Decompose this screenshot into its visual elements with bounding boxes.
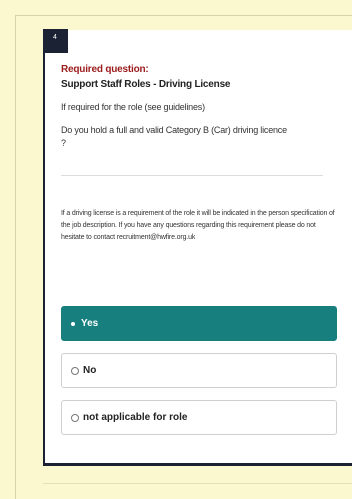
option-label: No bbox=[83, 365, 97, 376]
option-not-applicable[interactable]: not applicable for role bbox=[61, 400, 337, 435]
question-text: Do you hold a full and valid Category B … bbox=[61, 125, 287, 148]
question-card: 4 Required question: Support Staff Roles… bbox=[43, 29, 352, 466]
question-number-badge: 4 bbox=[43, 29, 68, 53]
option-no[interactable]: No bbox=[61, 353, 337, 388]
page-background: 4 Required question: Support Staff Roles… bbox=[0, 0, 352, 499]
option-yes[interactable]: Yes bbox=[61, 306, 337, 341]
radio-selected-icon bbox=[71, 321, 75, 326]
question-hint: If required for the role (see guidelines… bbox=[61, 102, 205, 112]
radio-unselected-icon bbox=[71, 366, 79, 375]
required-label: Required question: bbox=[61, 64, 149, 75]
radio-unselected-icon bbox=[71, 413, 79, 422]
option-label: Yes bbox=[81, 318, 99, 329]
bottom-divider bbox=[43, 483, 352, 484]
question-title: Support Staff Roles - Driving License bbox=[61, 79, 231, 90]
divider bbox=[61, 175, 323, 176]
option-label: not applicable for role bbox=[83, 412, 188, 423]
info-text: If a driving license is a requirement of… bbox=[61, 210, 335, 241]
